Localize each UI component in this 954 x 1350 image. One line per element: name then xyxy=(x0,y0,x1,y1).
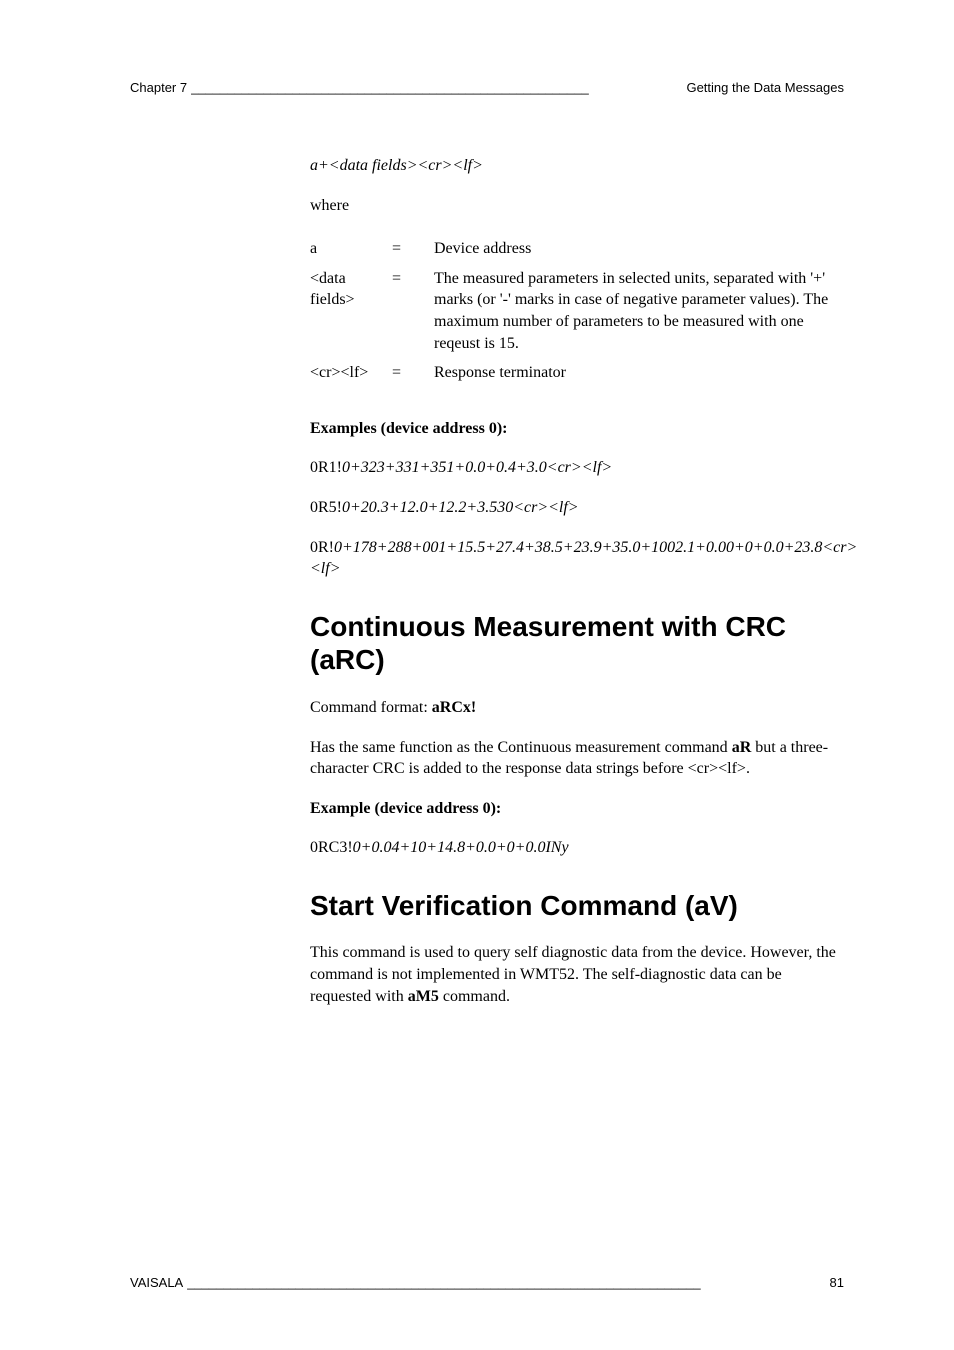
example-line-1: 0R1!0+323+331+351+0.0+0.4+3.0<cr><lf> xyxy=(310,457,844,479)
desc-text: command. xyxy=(439,988,510,1005)
footer-divider: ________________________________________… xyxy=(187,1275,825,1290)
desc-text: This command is used to query self diagn… xyxy=(310,944,836,1004)
crc-example-heading: Example (device address 0): xyxy=(310,798,844,820)
desc-text: Has the same function as the Continuous … xyxy=(310,739,732,756)
example-body: 0+0.04+10+14.8+0.0+0+0.0INy xyxy=(353,839,569,856)
page-header: Chapter 7 ______________________________… xyxy=(130,80,844,95)
def-eq: = xyxy=(392,358,434,388)
command-format-label: Command format: xyxy=(310,699,432,716)
def-desc: Device address xyxy=(434,234,844,264)
crc-example-line: 0RC3!0+0.04+10+14.8+0.0+0+0.0INy xyxy=(310,837,844,859)
command-format-line: Command format: aRCx! xyxy=(310,697,844,719)
def-eq: = xyxy=(392,234,434,264)
definition-table: a = Device address <data fields> = The m… xyxy=(310,234,844,388)
example-prefix: 0R5! xyxy=(310,499,342,516)
where-label: where xyxy=(310,195,844,217)
def-row-data-fields: <data fields> = The measured parameters … xyxy=(310,264,844,358)
example-body: 0+178+288+001+15.5+27.4+38.5+23.9+35.0+1… xyxy=(310,539,857,578)
example-body: 0+323+331+351+0.0+0.4+3.0<cr><lf> xyxy=(342,459,612,476)
header-chapter: Chapter 7 xyxy=(130,80,187,95)
def-term: <cr><lf> xyxy=(310,358,392,388)
crc-description: Has the same function as the Continuous … xyxy=(310,737,844,780)
def-eq: = xyxy=(392,264,434,358)
example-line-2: 0R5!0+20.3+12.0+12.2+3.530<cr><lf> xyxy=(310,497,844,519)
def-desc: The measured parameters in selected unit… xyxy=(434,264,844,358)
example-prefix: 0R! xyxy=(310,539,334,556)
def-term: <data fields> xyxy=(310,264,392,358)
example-body: 0+20.3+12.0+12.2+3.530<cr><lf> xyxy=(342,499,579,516)
desc-bold: aM5 xyxy=(408,988,439,1005)
def-row-crlf: <cr><lf> = Response terminator xyxy=(310,358,844,388)
example-prefix: 0R1! xyxy=(310,459,342,476)
examples-heading: Examples (device address 0): xyxy=(310,418,844,440)
section-heading-verification: Start Verification Command (aV) xyxy=(310,889,844,923)
def-desc: Response terminator xyxy=(434,358,844,388)
def-term: a xyxy=(310,234,392,264)
command-format-value: aRCx! xyxy=(432,699,476,716)
example-prefix: 0RC3! xyxy=(310,839,353,856)
header-section-title: Getting the Data Messages xyxy=(686,80,844,95)
footer-page-number: 81 xyxy=(830,1275,844,1290)
section-heading-crc: Continuous Measurement with CRC (aRC) xyxy=(310,610,844,677)
verification-description: This command is used to query self diagn… xyxy=(310,942,844,1007)
response-format-line: a+<data fields><cr><lf> xyxy=(310,155,844,177)
example-line-3: 0R!0+178+288+001+15.5+27.4+38.5+23.9+35.… xyxy=(310,537,844,580)
def-row-a: a = Device address xyxy=(310,234,844,264)
page-footer: VAISALA ________________________________… xyxy=(130,1275,844,1290)
header-divider: ________________________________________… xyxy=(191,80,682,95)
page-container: Chapter 7 ______________________________… xyxy=(0,0,954,1350)
desc-bold: aR xyxy=(732,739,752,756)
main-content: a+<data fields><cr><lf> where a = Device… xyxy=(310,155,844,1007)
footer-brand: VAISALA xyxy=(130,1275,183,1290)
